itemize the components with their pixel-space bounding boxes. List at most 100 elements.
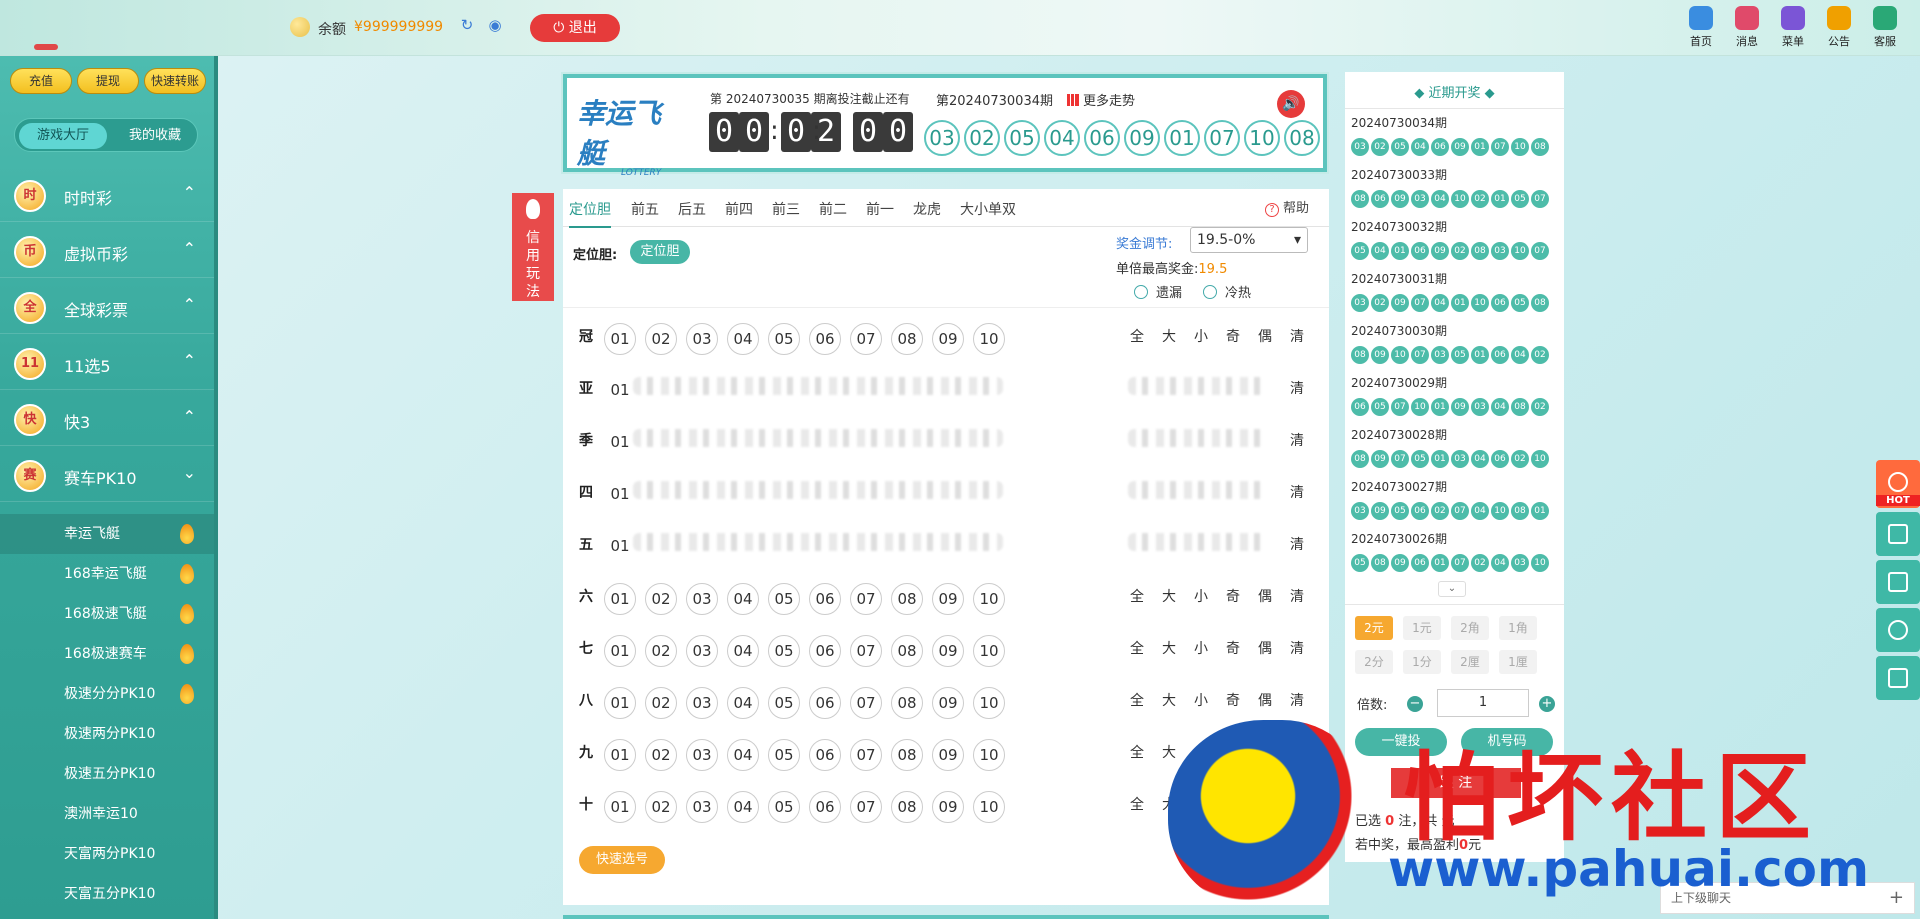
- unit-button[interactable]: 1分: [1403, 650, 1441, 674]
- quick-op[interactable]: 小: [1194, 638, 1208, 658]
- quick-op[interactable]: 大: [1162, 326, 1176, 346]
- more-trend-link[interactable]: 更多走势: [1067, 90, 1135, 109]
- number-ball[interactable]: 04: [727, 583, 759, 615]
- number-ball[interactable]: 10: [973, 791, 1005, 823]
- number-ball[interactable]: 04: [727, 323, 759, 355]
- play-pill[interactable]: 定位胆: [630, 240, 690, 264]
- radio-miss[interactable]: 遗漏: [1134, 282, 1182, 301]
- sidebar-item[interactable]: 极速五分PK10: [0, 754, 218, 794]
- quick-op[interactable]: 奇: [1226, 638, 1240, 658]
- sidebar-item[interactable]: 168幸运飞艇: [0, 554, 218, 594]
- number-ball[interactable]: 10: [973, 687, 1005, 719]
- quick-op[interactable]: 小: [1194, 586, 1208, 606]
- tab-play[interactable]: 前三: [772, 199, 800, 219]
- number-ball[interactable]: 09: [932, 583, 964, 615]
- chevron-down-icon[interactable]: ⌄: [183, 463, 196, 482]
- number-ball[interactable]: 08: [891, 323, 923, 355]
- number-ball[interactable]: 05: [768, 583, 800, 615]
- number-ball[interactable]: 01: [604, 635, 636, 667]
- number-ball[interactable]: 09: [932, 635, 964, 667]
- help-link[interactable]: ? 帮助: [1264, 197, 1309, 217]
- number-ball[interactable]: 01: [604, 479, 636, 511]
- quick-op[interactable]: 大: [1162, 586, 1176, 606]
- unit-button[interactable]: 2厘: [1451, 650, 1489, 674]
- number-ball[interactable]: 04: [727, 635, 759, 667]
- sidebar-item[interactable]: 天富两分PK10: [0, 834, 218, 874]
- number-ball[interactable]: 09: [932, 323, 964, 355]
- number-ball[interactable]: 05: [768, 791, 800, 823]
- chevron-up-icon[interactable]: ⌃: [183, 407, 196, 426]
- number-ball[interactable]: 07: [850, 687, 882, 719]
- quick-op[interactable]: 清: [1290, 326, 1304, 346]
- chevron-up-icon[interactable]: ⌃: [183, 239, 196, 258]
- sidebar-item[interactable]: 极速分分PK10: [0, 674, 218, 714]
- number-ball[interactable]: 06: [809, 323, 841, 355]
- recharge-button[interactable]: 充值: [10, 68, 72, 94]
- tab-play[interactable]: 龙虎: [913, 199, 941, 219]
- number-ball[interactable]: 05: [768, 739, 800, 771]
- quick-op[interactable]: 全: [1130, 586, 1144, 606]
- number-ball[interactable]: 03: [686, 791, 718, 823]
- number-ball[interactable]: 01: [604, 583, 636, 615]
- notice-button[interactable]: [1876, 656, 1920, 700]
- withdraw-button[interactable]: 提现: [77, 68, 139, 94]
- sidebar-item[interactable]: 澳洲幸运10: [0, 794, 218, 834]
- number-ball[interactable]: 06: [809, 791, 841, 823]
- number-ball[interactable]: 02: [645, 791, 677, 823]
- number-ball[interactable]: 08: [891, 687, 923, 719]
- quick-op[interactable]: 清: [1290, 534, 1304, 554]
- number-ball[interactable]: 08: [891, 739, 923, 771]
- chevron-up-icon[interactable]: ⌃: [183, 183, 196, 202]
- quick-op[interactable]: 奇: [1226, 586, 1240, 606]
- quick-op[interactable]: 全: [1130, 638, 1144, 658]
- number-ball[interactable]: 02: [645, 323, 677, 355]
- number-ball[interactable]: 10: [973, 635, 1005, 667]
- tab-play[interactable]: 大小单双: [960, 199, 1016, 219]
- number-ball[interactable]: 05: [768, 687, 800, 719]
- unit-button[interactable]: 1角: [1499, 616, 1537, 640]
- quick-pick-button[interactable]: 快速选号: [579, 846, 665, 874]
- number-ball[interactable]: 09: [932, 687, 964, 719]
- credit-play-tag[interactable]: 信用玩法: [512, 193, 554, 301]
- number-ball[interactable]: 07: [850, 635, 882, 667]
- number-ball[interactable]: 01: [604, 531, 636, 563]
- number-ball[interactable]: 01: [604, 427, 636, 459]
- refresh-icon[interactable]: ↻: [458, 16, 476, 34]
- chevron-down-icon[interactable]: ⌄: [1438, 581, 1466, 597]
- number-ball[interactable]: 02: [645, 583, 677, 615]
- chevron-up-icon[interactable]: ⌃: [183, 351, 196, 370]
- nav-announcement[interactable]: 公告: [1819, 6, 1859, 49]
- quick-op[interactable]: 全: [1130, 742, 1144, 762]
- quick-op[interactable]: 奇: [1226, 326, 1240, 346]
- sound-icon[interactable]: 🔊: [1277, 90, 1305, 118]
- number-ball[interactable]: 01: [604, 791, 636, 823]
- number-ball[interactable]: 01: [604, 323, 636, 355]
- quick-op[interactable]: 大: [1162, 690, 1176, 710]
- nav-mail[interactable]: 消息: [1727, 6, 1767, 49]
- quick-op[interactable]: 小: [1194, 690, 1208, 710]
- nav-menu-grid[interactable]: 菜单: [1773, 6, 1813, 49]
- number-ball[interactable]: 05: [768, 323, 800, 355]
- number-ball[interactable]: 06: [809, 635, 841, 667]
- number-ball[interactable]: 01: [604, 739, 636, 771]
- chevron-up-icon[interactable]: ⌃: [183, 295, 196, 314]
- number-ball[interactable]: 05: [768, 635, 800, 667]
- number-ball[interactable]: 08: [891, 583, 923, 615]
- unit-button[interactable]: 2元: [1355, 616, 1393, 640]
- tab-favorites[interactable]: 我的收藏: [115, 123, 195, 149]
- unit-button[interactable]: 2角: [1451, 616, 1489, 640]
- quick-op[interactable]: 偶: [1258, 690, 1272, 710]
- tab-play[interactable]: 前四: [725, 199, 753, 219]
- quick-op[interactable]: 清: [1290, 638, 1304, 658]
- sidebar-category[interactable]: 赛赛车PK10 ⌄: [0, 448, 218, 502]
- quick-op[interactable]: 清: [1290, 482, 1304, 502]
- plus-icon[interactable]: +: [1539, 696, 1555, 712]
- quick-op[interactable]: 全: [1130, 794, 1144, 814]
- hide-balance-icon[interactable]: ◉: [486, 16, 504, 34]
- quick-op[interactable]: 大: [1162, 638, 1176, 658]
- number-ball[interactable]: 04: [727, 687, 759, 719]
- tab-play[interactable]: 定位胆: [569, 199, 611, 228]
- hot-button[interactable]: HOT: [1876, 460, 1920, 508]
- download-button[interactable]: [1876, 560, 1920, 604]
- quick-op[interactable]: 偶: [1258, 638, 1272, 658]
